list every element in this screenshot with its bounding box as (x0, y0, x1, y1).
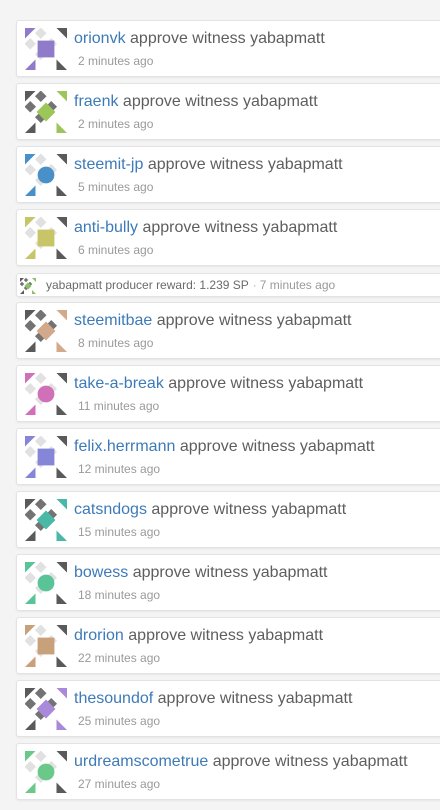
user-link[interactable]: fraenk (74, 93, 118, 110)
op-line: urdreamscometrue approve witness yabapma… (74, 753, 408, 771)
user-link[interactable]: thesoundof (74, 690, 153, 707)
op-card: felix.herrmann approve witness yabapmatt… (16, 428, 440, 485)
op-card: steemit-jp approve witness yabapmatt 5 m… (16, 146, 440, 203)
op-card: catsndogs approve witness yabapmatt 15 m… (16, 491, 440, 548)
op-timestamp: 11 minutes ago (78, 399, 160, 413)
op-card: anti-bully approve witness yabapmatt 6 m… (16, 209, 440, 266)
avatar-identicon[interactable] (25, 154, 67, 196)
op-action: approve witness yabapmatt (132, 564, 328, 581)
virtual-op-card: yabapmatt producer reward: 1.239 SP · 7 mi… (16, 273, 440, 297)
op-action: approve witness yabapmatt (157, 690, 353, 707)
op-card: take-a-break approve witness yabapmatt 1… (16, 365, 440, 422)
op-card: urdreamscometrue approve witness yabapma… (16, 743, 440, 800)
op-card: orionvk approve witness yabapmatt 2 minu… (16, 20, 440, 77)
op-timestamp: 8 minutes ago (78, 336, 154, 350)
op-card: drorion approve witness yabapmatt 22 min… (16, 617, 440, 674)
op-timestamp: 2 minutes ago (78, 117, 154, 131)
user-link[interactable]: bowess (74, 564, 128, 581)
op-timestamp: 6 minutes ago (78, 243, 154, 257)
op-action: approve witness yabapmatt (156, 312, 352, 329)
op-action: approve witness yabapmatt (147, 156, 343, 173)
op-timestamp: 12 minutes ago (78, 462, 161, 476)
avatar-identicon[interactable] (25, 499, 67, 541)
producer-avatar-identicon[interactable] (19, 277, 36, 294)
user-link[interactable]: steemit-jp (74, 156, 143, 173)
avatar-identicon[interactable] (25, 28, 67, 70)
op-line: orionvk approve witness yabapmatt (74, 30, 325, 48)
op-timestamp: 22 minutes ago (78, 651, 161, 665)
separator-dot: · (252, 278, 257, 292)
op-timestamp: 25 minutes ago (78, 714, 161, 728)
virtual-op-line: yabapmatt producer reward: 1.239 SP · 7 mi… (46, 278, 335, 292)
user-link[interactable]: felix.herrmann (74, 438, 175, 455)
avatar-identicon[interactable] (25, 751, 67, 793)
op-action: approve witness yabapmatt (142, 219, 338, 236)
op-line: anti-bully approve witness yabapmatt (74, 219, 337, 237)
op-action: approve witness yabapmatt (168, 375, 364, 392)
op-action: approve witness yabapmatt (179, 438, 375, 455)
op-card: thesoundof approve witness yabapmatt 25 … (16, 680, 440, 737)
user-link[interactable]: orionvk (74, 30, 126, 47)
op-line: catsndogs approve witness yabapmatt (74, 501, 346, 519)
avatar-identicon[interactable] (25, 625, 67, 667)
avatar-identicon[interactable] (25, 688, 67, 730)
avatar-identicon[interactable] (25, 436, 67, 478)
op-timestamp: 7 minutes ago (259, 278, 336, 292)
op-line: bowess approve witness yabapmatt (74, 564, 327, 582)
op-line: steemit-jp approve witness yabapmatt (74, 156, 343, 174)
avatar-identicon[interactable] (25, 91, 67, 133)
op-action: approve witness yabapmatt (212, 753, 408, 770)
op-action: approve witness yabapmatt (128, 627, 324, 644)
op-timestamp: 5 minutes ago (78, 180, 154, 194)
user-link[interactable]: catsndogs (74, 501, 147, 518)
op-card: fraenk approve witness yabapmatt 2 minut… (16, 83, 440, 140)
op-action: approve witness yabapmatt (122, 93, 318, 110)
user-link[interactable]: take-a-break (74, 375, 164, 392)
op-line: fraenk approve witness yabapmatt (74, 93, 318, 111)
user-link[interactable]: urdreamscometrue (74, 753, 208, 770)
op-action: approve witness yabapmatt (130, 30, 325, 47)
avatar-identicon[interactable] (25, 373, 67, 415)
op-line: felix.herrmann approve witness yabapmatt (74, 438, 375, 456)
op-timestamp: 15 minutes ago (78, 525, 161, 539)
avatar-identicon[interactable] (25, 310, 67, 352)
avatar-identicon[interactable] (25, 562, 67, 604)
op-timestamp: 18 minutes ago (78, 588, 161, 602)
user-link[interactable]: drorion (74, 627, 124, 644)
producer-reward-text: yabapmatt producer reward: 1.239 SP (46, 278, 249, 292)
op-timestamp: 2 minutes ago (78, 54, 154, 68)
op-card: steemitbae approve witness yabapmatt 8 m… (16, 302, 440, 359)
activity-feed: orionvk approve witness yabapmatt 2 minu… (0, 0, 440, 810)
op-line: thesoundof approve witness yabapmatt (74, 690, 352, 708)
op-timestamp: 27 minutes ago (78, 777, 161, 791)
avatar-identicon[interactable] (25, 217, 67, 259)
op-line: drorion approve witness yabapmatt (74, 627, 323, 645)
op-card: bowess approve witness yabapmatt 18 minu… (16, 554, 440, 611)
user-link[interactable]: anti-bully (74, 219, 138, 236)
op-line: steemitbae approve witness yabapmatt (74, 312, 352, 330)
user-link[interactable]: steemitbae (74, 312, 152, 329)
op-line: take-a-break approve witness yabapmatt (74, 375, 363, 393)
op-action: approve witness yabapmatt (151, 501, 347, 518)
